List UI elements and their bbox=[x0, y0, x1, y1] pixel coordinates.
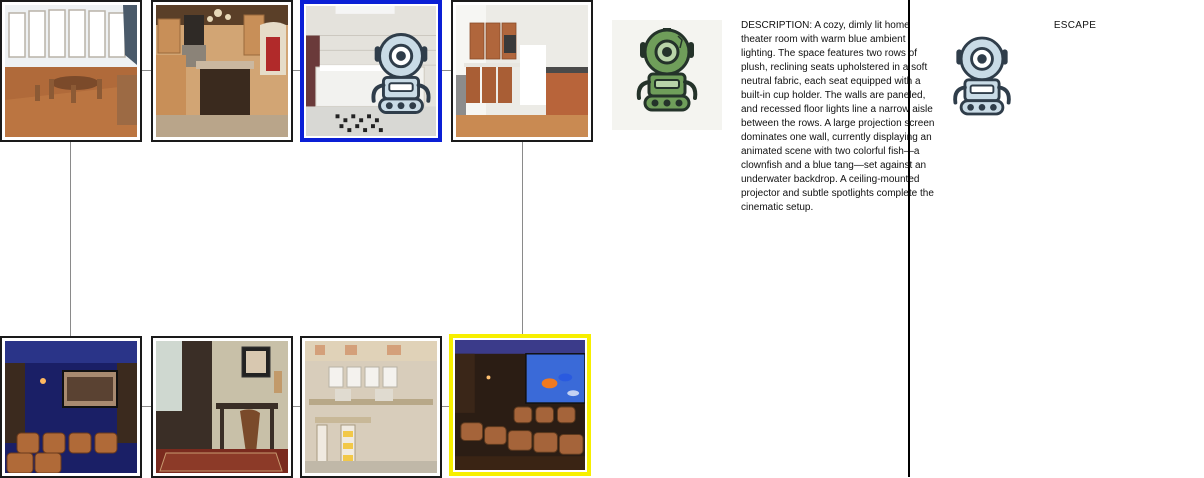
room-tile-wood-kitchen[interactable] bbox=[151, 0, 293, 142]
dining-room-image bbox=[5, 5, 137, 137]
kitchen-image bbox=[156, 5, 288, 137]
room-tile-craft-room[interactable] bbox=[300, 336, 442, 478]
robot-green-icon bbox=[636, 28, 698, 112]
robot-blue-icon bbox=[953, 36, 1011, 116]
craft-room-image bbox=[305, 341, 437, 473]
room-description: DESCRIPTION: A cozy, dimly lit home thea… bbox=[741, 20, 935, 213]
room-tile-modern-kitchen[interactable] bbox=[451, 0, 593, 142]
robot-blue-icon bbox=[371, 33, 431, 114]
study-image bbox=[156, 341, 288, 473]
room-graph bbox=[0, 0, 593, 478]
room-tile-study[interactable] bbox=[151, 336, 293, 478]
escape-button[interactable]: ESCAPE bbox=[1030, 20, 1120, 31]
home-theater-fish-image bbox=[455, 340, 585, 470]
home-theater-image bbox=[5, 341, 137, 473]
panel-divider bbox=[908, 0, 910, 477]
room-tile-bay-window-dining[interactable] bbox=[0, 0, 142, 142]
modern-kitchen-image bbox=[456, 5, 588, 137]
room-tile-home-theater[interactable] bbox=[0, 336, 142, 478]
room-tile-home-theater-target[interactable] bbox=[449, 334, 591, 476]
room-tile-bathroom-current[interactable] bbox=[300, 0, 442, 142]
agent-avatar-panel bbox=[612, 20, 722, 130]
edge-connector bbox=[522, 140, 523, 338]
edge-connector bbox=[70, 140, 71, 338]
